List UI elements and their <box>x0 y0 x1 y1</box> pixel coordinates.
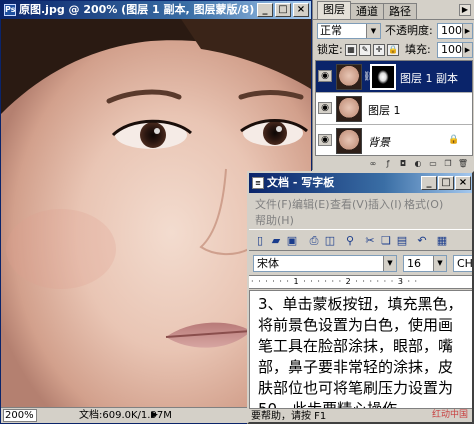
find-icon[interactable]: ⚲ <box>343 234 357 248</box>
blend-mode-value: 正常 <box>320 24 342 37</box>
link-icon[interactable]: ∞ <box>367 158 379 169</box>
new-document-icon[interactable]: ▯ <box>253 234 267 248</box>
chevron-right-icon: ▶ <box>462 43 472 57</box>
tab-channels[interactable]: 通道 <box>350 3 384 19</box>
layer-row-background[interactable]: ◉ 背景 🔒 <box>316 125 472 155</box>
script-value: CHIN <box>457 257 473 270</box>
adjustment-icon[interactable]: ◐ <box>412 158 424 169</box>
script-select[interactable]: CHIN <box>453 255 473 272</box>
print-icon[interactable]: ⎙ <box>307 234 321 248</box>
menu-view[interactable]: 查看(V) <box>330 196 368 212</box>
font-name-select[interactable]: 宋体 ▼ <box>253 255 397 272</box>
wordpad-format-bar: 宋体 ▼ 16 ▼ CHIN <box>249 253 473 273</box>
palette-menu-icon[interactable]: ▶ <box>459 4 471 16</box>
font-size-value: 16 <box>407 257 421 270</box>
fill-label: 填充: <box>405 43 431 56</box>
wordpad-status-bar: 要帮助，请按 F1 红动中国 <box>249 410 472 422</box>
layer-name: 图层 1 <box>368 104 401 117</box>
close-button[interactable]: × <box>293 3 309 17</box>
undo-icon[interactable]: ↶ <box>415 234 429 248</box>
chevron-down-icon: ▼ <box>433 256 446 271</box>
document-title: 原图.jpg @ 200% (图层 1 副本, 图层蒙版/8) <box>19 3 255 16</box>
maximize-button[interactable]: □ <box>275 3 291 17</box>
font-size-select[interactable]: 16 ▼ <box>403 255 447 272</box>
eye-icon[interactable]: ◉ <box>318 134 332 146</box>
wordpad-window[interactable]: ≡ 文档 - 写字板 _ □ × 文件(F) 编辑(E) 查看(V) 插入(I)… <box>247 171 474 424</box>
maximize-button[interactable]: □ <box>438 176 454 190</box>
wordpad-menubar: 文件(F) 编辑(E) 查看(V) 插入(I) 格式(O) 帮助(H) <box>249 194 472 228</box>
status-text: 要帮助，请按 F1 <box>251 411 327 422</box>
photoshop-icon: Ps <box>4 4 16 16</box>
minimize-button[interactable]: _ <box>257 3 273 17</box>
menu-help[interactable]: 帮助(H) <box>255 212 294 228</box>
copy-icon[interactable]: ❏ <box>379 234 393 248</box>
chevron-down-icon: ▼ <box>366 24 380 38</box>
font-name-value: 宋体 <box>257 257 279 270</box>
lock-icon: 🔒 <box>448 135 460 145</box>
lock-image-icon[interactable]: ✎ <box>359 44 371 56</box>
menu-file[interactable]: 文件(F) <box>255 196 292 212</box>
insert-date-icon[interactable]: ▦ <box>435 234 449 248</box>
status-menu-arrow-icon[interactable]: ▶ <box>151 408 158 423</box>
layer-name: 背景 <box>368 136 390 149</box>
lock-transparent-icon[interactable]: ▦ <box>345 44 357 56</box>
chevron-down-icon: ▼ <box>383 256 396 271</box>
lock-position-icon[interactable]: ✛ <box>373 44 385 56</box>
eye-icon[interactable]: ◉ <box>318 102 332 114</box>
layer-thumbnail <box>336 96 362 122</box>
close-button[interactable]: × <box>455 176 471 190</box>
document-text-area[interactable]: 3、单击蒙板按钮，填充黑色，将前景色设置为白色，使用画笔工具在脸部涂抹，眼部，嘴… <box>249 290 472 409</box>
lock-all-icon[interactable]: 🔒 <box>387 44 399 56</box>
trash-icon[interactable]: 🗑 <box>457 158 469 169</box>
paste-icon[interactable]: ▤ <box>395 234 409 248</box>
cut-icon[interactable]: ✂ <box>363 234 377 248</box>
layer-mask-thumbnail[interactable] <box>370 64 396 90</box>
wordpad-toolbar: ▯ ▰ ▣ ⎙ ◫ ⚲ ✂ ❏ ▤ ↶ ▦ <box>249 229 472 251</box>
open-folder-icon[interactable]: ▰ <box>269 234 283 248</box>
fill-field[interactable]: 100% ▶ <box>437 42 473 58</box>
document-titlebar[interactable]: Ps 原图.jpg @ 200% (图层 1 副本, 图层蒙版/8) _ □ × <box>1 1 311 19</box>
lock-label: 锁定: <box>317 43 343 56</box>
wordpad-titlebar[interactable]: ≡ 文档 - 写字板 _ □ × <box>249 173 472 193</box>
document-icon: ≡ <box>252 177 264 189</box>
blend-mode-select[interactable]: 正常 ▼ <box>317 23 381 39</box>
layer-row-copy[interactable]: ◉ ⛓ 图层 1 副本 <box>316 61 472 93</box>
zoom-field[interactable]: 200% <box>3 409 37 422</box>
tab-paths[interactable]: 路径 <box>383 3 417 19</box>
folder-icon[interactable]: ▭ <box>427 158 439 169</box>
screen: Ps 原图.jpg @ 200% (图层 1 副本, 图层蒙版/8) _ □ × <box>0 0 474 424</box>
layer-thumbnail <box>336 64 362 90</box>
opacity-label: 不透明度: <box>385 24 433 37</box>
palette-tabs: 图层 通道 路径 ▶ <box>313 0 474 20</box>
layer-thumbnail <box>336 128 362 154</box>
eye-icon[interactable]: ◉ <box>318 70 332 82</box>
chevron-right-icon: ▶ <box>462 24 472 38</box>
minimize-button[interactable]: _ <box>421 176 437 190</box>
menu-edit[interactable]: 编辑(E) <box>292 196 330 212</box>
fx-icon[interactable]: ƒ <box>382 158 394 169</box>
document-text: 3、单击蒙板按钮，填充黑色，将前景色设置为白色，使用画笔工具在脸部涂抹，眼部，嘴… <box>258 295 463 409</box>
print-preview-icon[interactable]: ◫ <box>323 234 337 248</box>
mask-icon[interactable]: ◘ <box>397 158 409 169</box>
save-icon[interactable]: ▣ <box>285 234 299 248</box>
watermark-text: 红动中国 <box>431 410 468 420</box>
layers-palette: 图层 通道 路径 ▶ 正常 ▼ 不透明度: 100% ▶ 锁定: ▦ ✎ ✛ 🔒… <box>312 0 474 170</box>
menu-format[interactable]: 格式(O) <box>404 196 443 212</box>
layers-bottom-toolbar: ∞ ƒ ◘ ◐ ▭ ❐ 🗑 <box>315 157 473 170</box>
layer-row-1[interactable]: ◉ 图层 1 <box>316 93 472 125</box>
opacity-field[interactable]: 100% ▶ <box>437 23 473 39</box>
layer-name: 图层 1 副本 <box>400 72 458 85</box>
new-layer-icon[interactable]: ❐ <box>442 158 454 169</box>
tab-layers[interactable]: 图层 <box>317 1 351 19</box>
layer-list: ◉ ⛓ 图层 1 副本 ◉ 图层 1 ◉ 背景 🔒 <box>315 60 473 156</box>
wordpad-title: 文档 - 写字板 <box>267 176 335 189</box>
menu-insert[interactable]: 插入(I) <box>368 196 402 212</box>
ruler[interactable]: · · · · · · 1 · · · · · · 2 · · · · · · … <box>249 275 472 289</box>
ruler-marks: · · · · · · 1 · · · · · · 2 · · · · · · … <box>251 277 419 286</box>
